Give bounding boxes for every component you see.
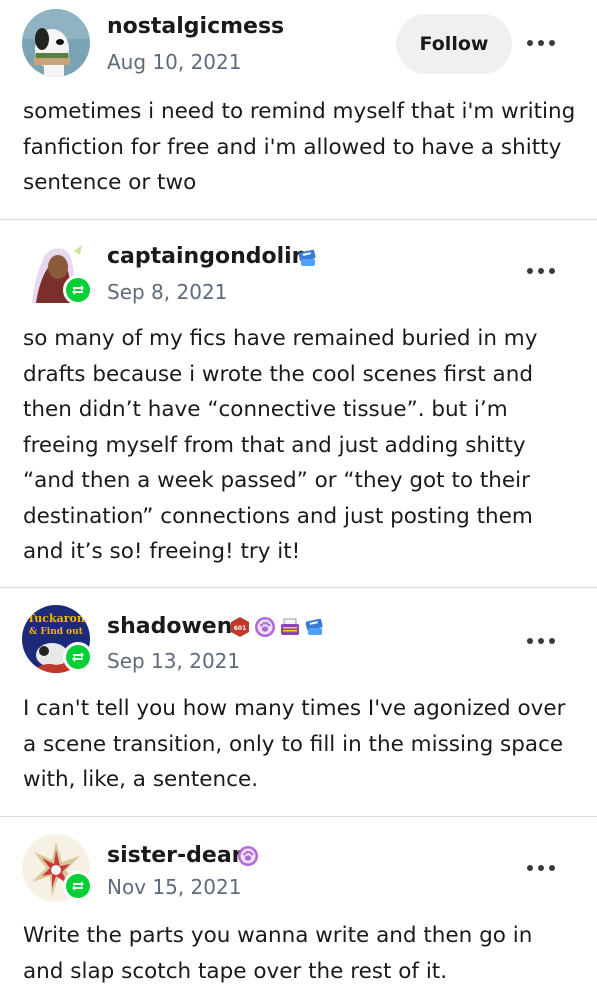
avatar-text-bottom: & Find out [29, 627, 84, 637]
follow-button[interactable]: Follow [396, 14, 512, 74]
blue-badge-icon [298, 249, 316, 266]
post-date[interactable]: Sep 13, 2021 [107, 649, 240, 673]
typewriter-badge-icon [281, 618, 299, 635]
post-date[interactable]: Aug 10, 2021 [107, 50, 241, 74]
avatar[interactable] [22, 9, 90, 77]
reblog-icon [63, 642, 93, 672]
paw-badge-icon [238, 846, 258, 866]
paw-badge-icon [255, 617, 275, 637]
number-badge-icon: 601 [231, 617, 249, 637]
post-date[interactable]: Nov 15, 2021 [107, 875, 241, 899]
post-body: sometimes i need to remind myself that i… [23, 99, 576, 195]
post-captaingondolin: captaingondolin Sep 8, 2021 so many of m… [0, 220, 597, 587]
user-badges [297, 247, 319, 269]
user-badges [237, 845, 259, 867]
badge-number: 601 [234, 625, 247, 632]
blue-badge-icon [305, 618, 323, 635]
more-options-icon[interactable] [527, 865, 555, 871]
post-body: I can't tell you how many times I've ago… [23, 696, 566, 792]
more-options-icon[interactable] [527, 40, 555, 46]
post-shadowen: Tuckaron & Find out shadowen 601 Sep 13,… [0, 588, 597, 816]
post-date[interactable]: Sep 8, 2021 [107, 280, 227, 304]
username[interactable]: nostalgicmess [107, 14, 284, 39]
username[interactable]: sister-dear [107, 843, 243, 868]
post-body: so many of my fics have remained buried … [23, 326, 538, 564]
more-options-icon[interactable] [527, 638, 555, 644]
post-nostalgicmess: nostalgicmess Aug 10, 2021 Follow someti… [0, 0, 597, 219]
username[interactable]: shadowen [107, 614, 232, 639]
post-body: Write the parts you wanna write and then… [23, 923, 533, 984]
post-sister-dear: sister-dear Nov 15, 2021 Write the parts… [0, 817, 597, 1000]
avatar-text-top: Tuckaron [27, 612, 85, 625]
reblog-icon [63, 871, 93, 901]
username[interactable]: captaingondolin [107, 244, 307, 269]
reblog-icon [63, 275, 93, 305]
more-options-icon[interactable] [527, 268, 555, 274]
user-badges: 601 [229, 616, 326, 638]
